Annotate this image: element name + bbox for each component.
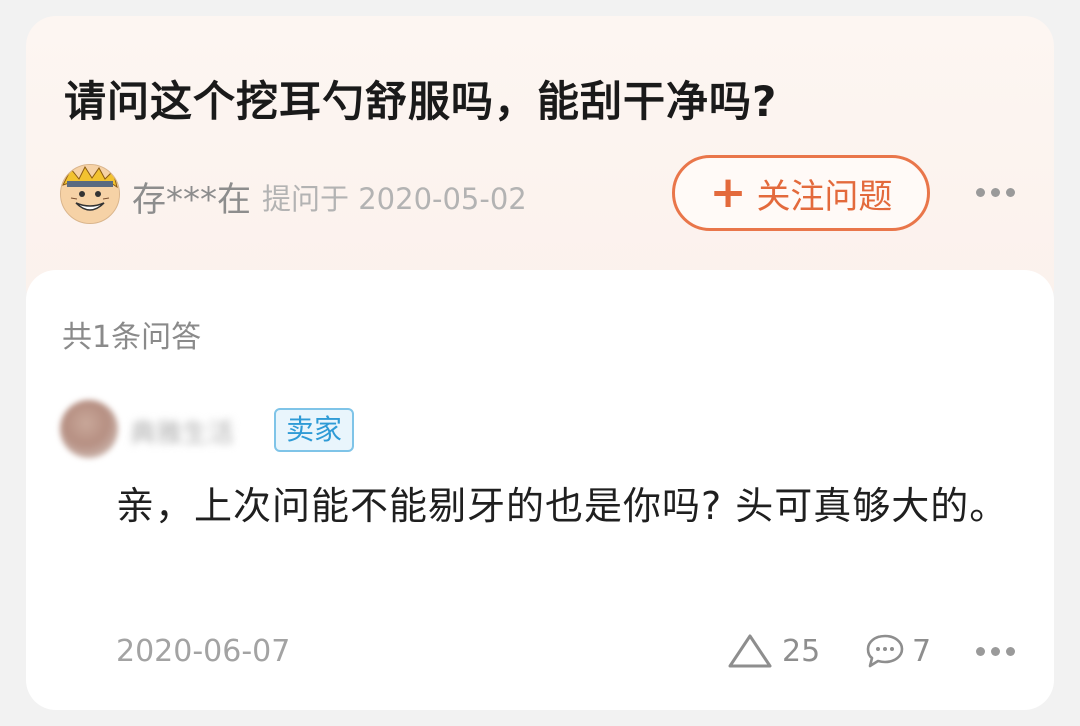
like-button[interactable]: 25 <box>726 632 820 670</box>
plus-icon: + <box>709 167 747 218</box>
like-count: 25 <box>782 633 821 669</box>
comment-button[interactable]: 7 <box>864 632 931 670</box>
triangle-up-icon <box>728 634 772 668</box>
cartoon-face-icon <box>61 165 119 223</box>
asked-date: 提问于 2020-05-02 <box>262 182 527 216</box>
asker-name[interactable]: 存***在 <box>132 172 251 221</box>
answers-card: 共1条问答 典雅生活 卖家 亲，上次问能不能剔牙的也是你吗? 头可真够大的。 2… <box>26 270 1054 710</box>
answer-count: 共1条问答 <box>62 320 202 355</box>
answerer-avatar[interactable] <box>60 400 118 458</box>
qa-page: 请问这个挖耳勺舒服吗，能刮干净吗? 存***在 提问于 2020-05-02 +… <box>0 0 1080 726</box>
more-dots-icon[interactable] <box>976 188 1015 197</box>
follow-question-label: 关注问题 <box>756 176 893 217</box>
more-dots-icon[interactable] <box>976 647 1015 656</box>
seller-badge: 卖家 <box>274 408 355 452</box>
comment-count: 7 <box>912 633 932 669</box>
question-title: 请问这个挖耳勺舒服吗，能刮干净吗? <box>64 77 778 126</box>
chat-bubble-icon <box>866 634 904 668</box>
asker-avatar[interactable] <box>60 164 120 224</box>
follow-question-button[interactable]: + 关注问题 <box>672 155 930 231</box>
answerer-name[interactable]: 典雅生活 <box>130 413 234 450</box>
answer-date: 2020-06-07 <box>116 634 291 669</box>
answer-text: 亲，上次问能不能剔牙的也是你吗? 头可真够大的。 <box>116 484 1009 528</box>
